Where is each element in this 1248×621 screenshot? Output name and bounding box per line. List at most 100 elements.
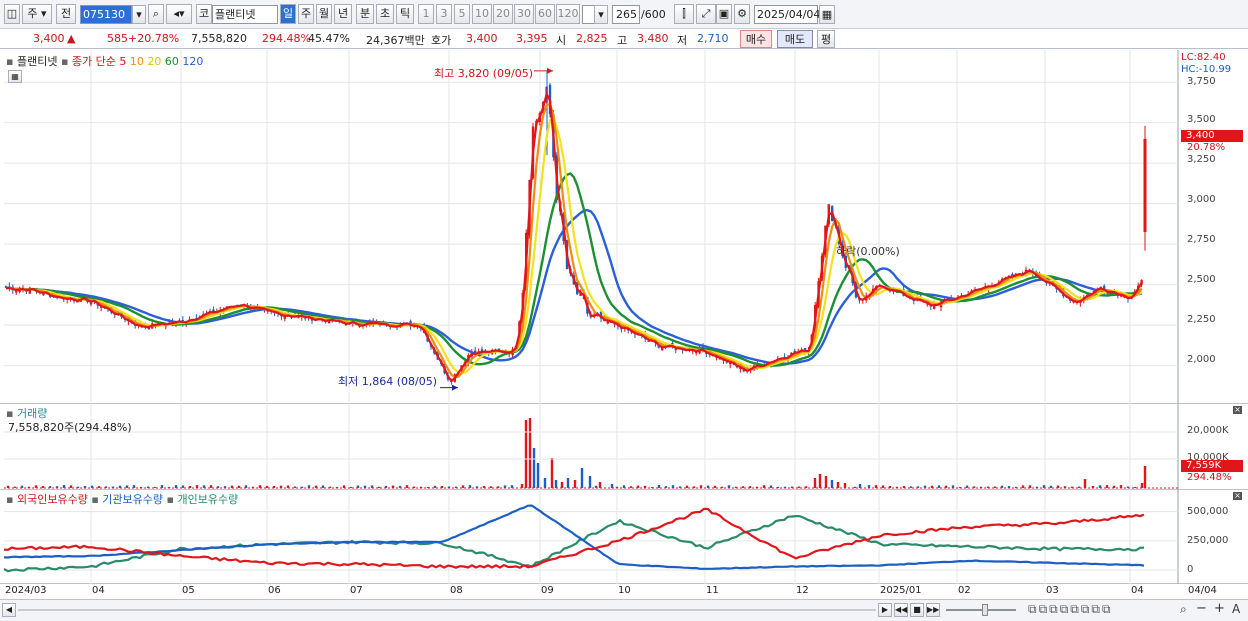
zoom-in-icon[interactable]: + bbox=[1214, 601, 1225, 616]
volume-bar bbox=[1133, 486, 1137, 488]
minute-120[interactable]: 120 bbox=[556, 4, 580, 24]
tab-month[interactable]: 월 bbox=[316, 4, 332, 24]
price-chart[interactable] bbox=[0, 50, 1248, 404]
date-input[interactable]: 2025/04/04 bbox=[754, 5, 820, 24]
tab-tick[interactable]: 틱 bbox=[396, 4, 414, 24]
tab-second[interactable]: 초 bbox=[376, 4, 394, 24]
search-icon[interactable]: ⌕ bbox=[148, 4, 164, 24]
volume-bar bbox=[1098, 485, 1102, 488]
bottom-bar: ◀ ▶ ◀◀ ■ ▶▶ ⧉⧉⧉⧉⧉⧉⧉⧉ ⌕ − + A bbox=[0, 600, 1248, 621]
volume-bar bbox=[286, 485, 290, 488]
save-icon[interactable]: ▣ bbox=[716, 4, 732, 24]
tab-year[interactable]: 년 bbox=[334, 4, 352, 24]
candle-type-icon[interactable]: ⫿ bbox=[674, 4, 694, 24]
volume-bar bbox=[188, 486, 192, 488]
market-select[interactable]: 주 ▾ bbox=[22, 4, 52, 24]
scroll-left-icon[interactable]: ◀ bbox=[2, 603, 16, 617]
minute-10[interactable]: 10 bbox=[472, 4, 492, 24]
volume-bar bbox=[447, 486, 451, 488]
up-arrow-icon: ▲ bbox=[67, 32, 76, 45]
tab-day[interactable]: 일 bbox=[280, 4, 296, 24]
volume-bar bbox=[622, 485, 626, 488]
minute-5[interactable]: 5 bbox=[454, 4, 470, 24]
minute-30[interactable]: 30 bbox=[514, 4, 534, 24]
volume-bar bbox=[720, 486, 724, 488]
count-input[interactable]: 265 bbox=[612, 5, 640, 24]
zoom-slider[interactable] bbox=[946, 609, 1016, 611]
grid-toggle-icon[interactable]: ▦ bbox=[8, 70, 22, 83]
volume-chart[interactable] bbox=[0, 404, 1248, 490]
volume-bar bbox=[83, 486, 87, 488]
zoom-out-icon[interactable]: − bbox=[1196, 601, 1207, 616]
gear-icon[interactable]: ⚙ bbox=[734, 4, 750, 24]
prev-button[interactable]: 전 bbox=[56, 4, 76, 24]
volume-bar bbox=[104, 486, 108, 488]
legend-ma20: 20 bbox=[147, 55, 162, 68]
zoom-icon[interactable]: ⌕ bbox=[1180, 602, 1187, 617]
speaker-icon[interactable]: ◂▾ bbox=[166, 4, 192, 24]
x-label: 07 bbox=[350, 585, 363, 596]
custom-period-dropdown-icon[interactable]: ▾ bbox=[594, 5, 608, 24]
scroll-track[interactable] bbox=[18, 609, 876, 611]
minute-3[interactable]: 3 bbox=[436, 4, 452, 24]
volume-bar bbox=[223, 486, 227, 488]
stock-name-field[interactable]: 플랜티넷 bbox=[212, 5, 278, 24]
volume-bar bbox=[146, 486, 150, 488]
minute-1[interactable]: 1 bbox=[418, 4, 434, 24]
volume-bar bbox=[377, 486, 381, 488]
rewind-icon[interactable]: ◀◀ bbox=[894, 603, 908, 617]
minute-60[interactable]: 60 bbox=[535, 4, 555, 24]
volume-bar bbox=[836, 482, 840, 488]
sell-button[interactable]: 매도 bbox=[777, 30, 813, 48]
volume-bar bbox=[881, 485, 885, 488]
forward-icon[interactable]: ▶▶ bbox=[926, 603, 940, 617]
last-candle-body bbox=[1143, 138, 1147, 232]
tick-2000: 2,000 bbox=[1187, 354, 1216, 365]
chart-layout-icons[interactable]: ⧉⧉⧉⧉⧉⧉⧉⧉ bbox=[1028, 602, 1113, 617]
minute-20[interactable]: 20 bbox=[493, 4, 513, 24]
calendar-icon[interactable]: ▦ bbox=[819, 5, 835, 24]
avg-button[interactable]: 평 bbox=[817, 30, 835, 48]
buy-button[interactable]: 매수 bbox=[740, 30, 772, 48]
volume-bar bbox=[426, 486, 430, 488]
volume-bar bbox=[909, 486, 913, 488]
x-label: 05 bbox=[182, 585, 195, 596]
price-pane: ▪ 플랜티넷 ▪ 종가 단순 5 10 20 60 120 ▦ 최고 3,820… bbox=[0, 50, 1248, 404]
volume-bar bbox=[972, 486, 976, 488]
hc-label: HC:-10.99 bbox=[1181, 64, 1232, 75]
volume-bar bbox=[475, 486, 479, 488]
close-pane-icon[interactable]: × bbox=[1233, 406, 1242, 414]
tab-week[interactable]: 주 bbox=[298, 4, 314, 24]
volume-value: 7,558,820주(294.48%) bbox=[8, 421, 132, 434]
layout-icon[interactable]: ◫ bbox=[4, 4, 20, 24]
stop-icon[interactable]: ■ bbox=[910, 603, 924, 617]
close-pane-icon[interactable]: × bbox=[1233, 492, 1242, 500]
hold-tick-500000: 500,000 bbox=[1187, 506, 1229, 517]
volume-bar bbox=[1000, 485, 1004, 488]
font-size-icon[interactable]: A bbox=[1232, 602, 1240, 616]
x-label: 2024/03 bbox=[5, 585, 47, 596]
draw-tool-icon[interactable]: ⤢ bbox=[696, 4, 716, 24]
volume-bar bbox=[580, 468, 584, 488]
tab-minute[interactable]: 분 bbox=[356, 4, 374, 24]
volume-bar bbox=[573, 480, 577, 488]
volume-bar bbox=[524, 420, 528, 488]
volume-bar bbox=[528, 418, 532, 488]
volume-bar bbox=[90, 485, 94, 488]
volume-bar bbox=[272, 485, 276, 488]
volume-bar bbox=[230, 485, 234, 488]
volume-bar bbox=[349, 486, 353, 488]
volume-bar bbox=[1112, 485, 1116, 488]
volume-bar bbox=[734, 486, 738, 488]
stock-code-input[interactable]: 075130 bbox=[80, 5, 132, 24]
scroll-right-icon[interactable]: ▶ bbox=[878, 603, 892, 617]
volume-bar bbox=[398, 486, 402, 488]
volume-bar bbox=[783, 486, 787, 488]
volume-bar bbox=[1070, 486, 1074, 488]
volume-bar bbox=[440, 486, 444, 488]
code-dropdown-icon[interactable]: ▾ bbox=[132, 5, 146, 24]
main-toolbar: ◫ 주 ▾ 전 075130 ▾ ⌕ ◂▾ 코 플랜티넷 일 주 월 년 분 초… bbox=[0, 0, 1248, 29]
ask-price: 3,400 bbox=[466, 32, 498, 45]
x-label: 10 bbox=[618, 585, 631, 596]
zoom-handle[interactable] bbox=[982, 604, 988, 616]
